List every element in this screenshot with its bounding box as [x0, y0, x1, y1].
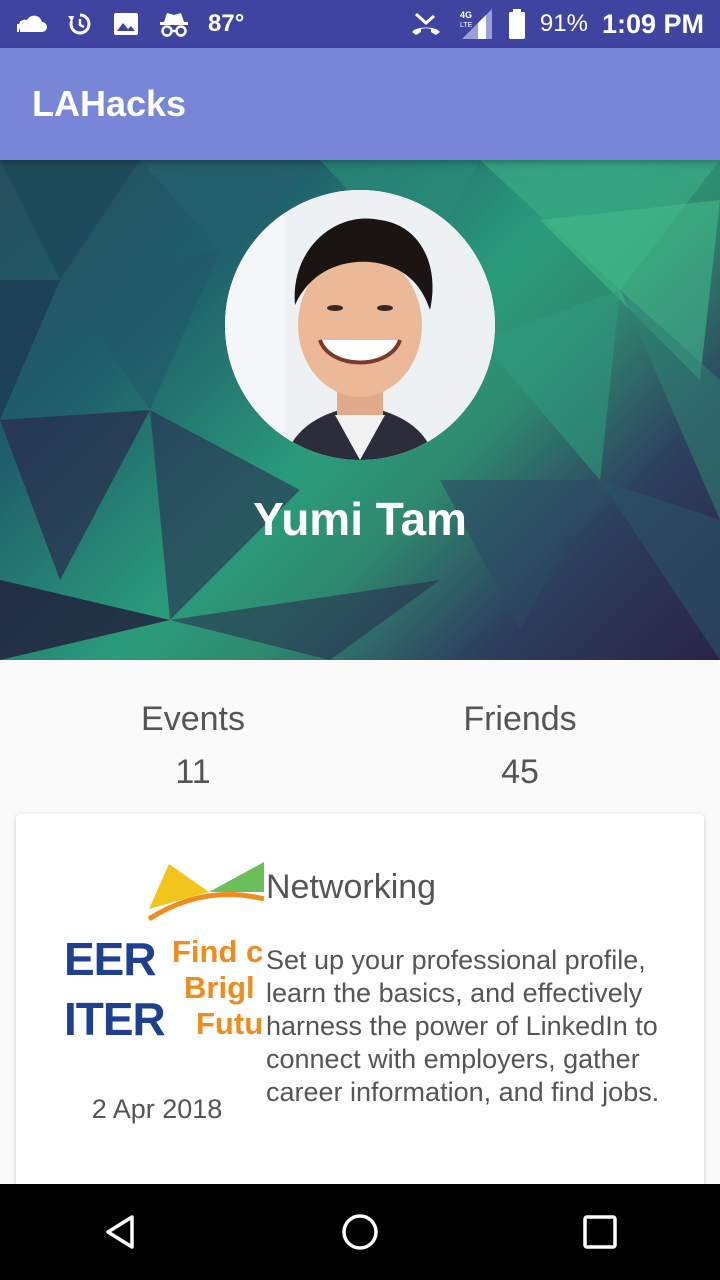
status-bar: 87° 4G LTE 91% 1:09 PM — [0, 0, 720, 48]
events-count: 11 — [175, 753, 211, 791]
missed-call-icon — [408, 9, 444, 39]
app-bar: LAHacks — [0, 48, 720, 160]
profile-avatar[interactable] — [225, 190, 495, 460]
battery-icon — [508, 9, 526, 39]
events-stat[interactable]: Events 11 — [63, 700, 323, 792]
recents-button[interactable] — [560, 1192, 640, 1272]
clock-time: 1:09 PM — [601, 8, 704, 39]
career-center-line1: EER — [64, 933, 157, 985]
profile-name: Yumi Tam — [253, 493, 467, 545]
career-center-line2: ITER — [64, 993, 166, 1045]
svg-text:4G: 4G — [460, 10, 472, 20]
tagline-line3: Futu — [196, 1006, 264, 1041]
back-button[interactable] — [80, 1192, 160, 1272]
event-card[interactable]: EER ITER Find c Brigl Futu 2 Apr 2018 Ne… — [16, 814, 704, 1214]
home-button[interactable] — [320, 1192, 400, 1272]
sync-icon — [66, 9, 94, 39]
svg-text:LTE: LTE — [460, 22, 473, 29]
image-icon — [112, 9, 140, 39]
nav-bar — [0, 1184, 720, 1280]
recents-icon — [583, 1215, 617, 1249]
back-icon — [106, 1215, 134, 1249]
temperature-text: 87° — [208, 10, 245, 37]
battery-percent: 91% — [539, 10, 588, 37]
cloud-icon — [16, 9, 48, 39]
app-title: LAHacks — [32, 83, 187, 124]
friends-count: 45 — [501, 753, 539, 791]
tagline-line1: Find c — [172, 934, 264, 969]
signal-icon: 4G LTE — [458, 9, 494, 39]
friends-stat[interactable]: Friends 45 — [390, 700, 650, 792]
event-date: 2 Apr 2018 — [91, 1094, 223, 1124]
incognito-icon — [158, 9, 190, 39]
home-icon — [342, 1214, 378, 1250]
tagline-line2: Brigl — [184, 970, 255, 1005]
profile-header: Yumi Tam — [0, 160, 720, 660]
event-image: EER ITER Find c Brigl Futu — [64, 854, 264, 1054]
friends-label: Friends — [463, 700, 577, 738]
event-description: Set up your professional profile, learn … — [266, 945, 660, 1107]
event-title: Networking — [266, 868, 437, 906]
events-label: Events — [141, 700, 245, 738]
